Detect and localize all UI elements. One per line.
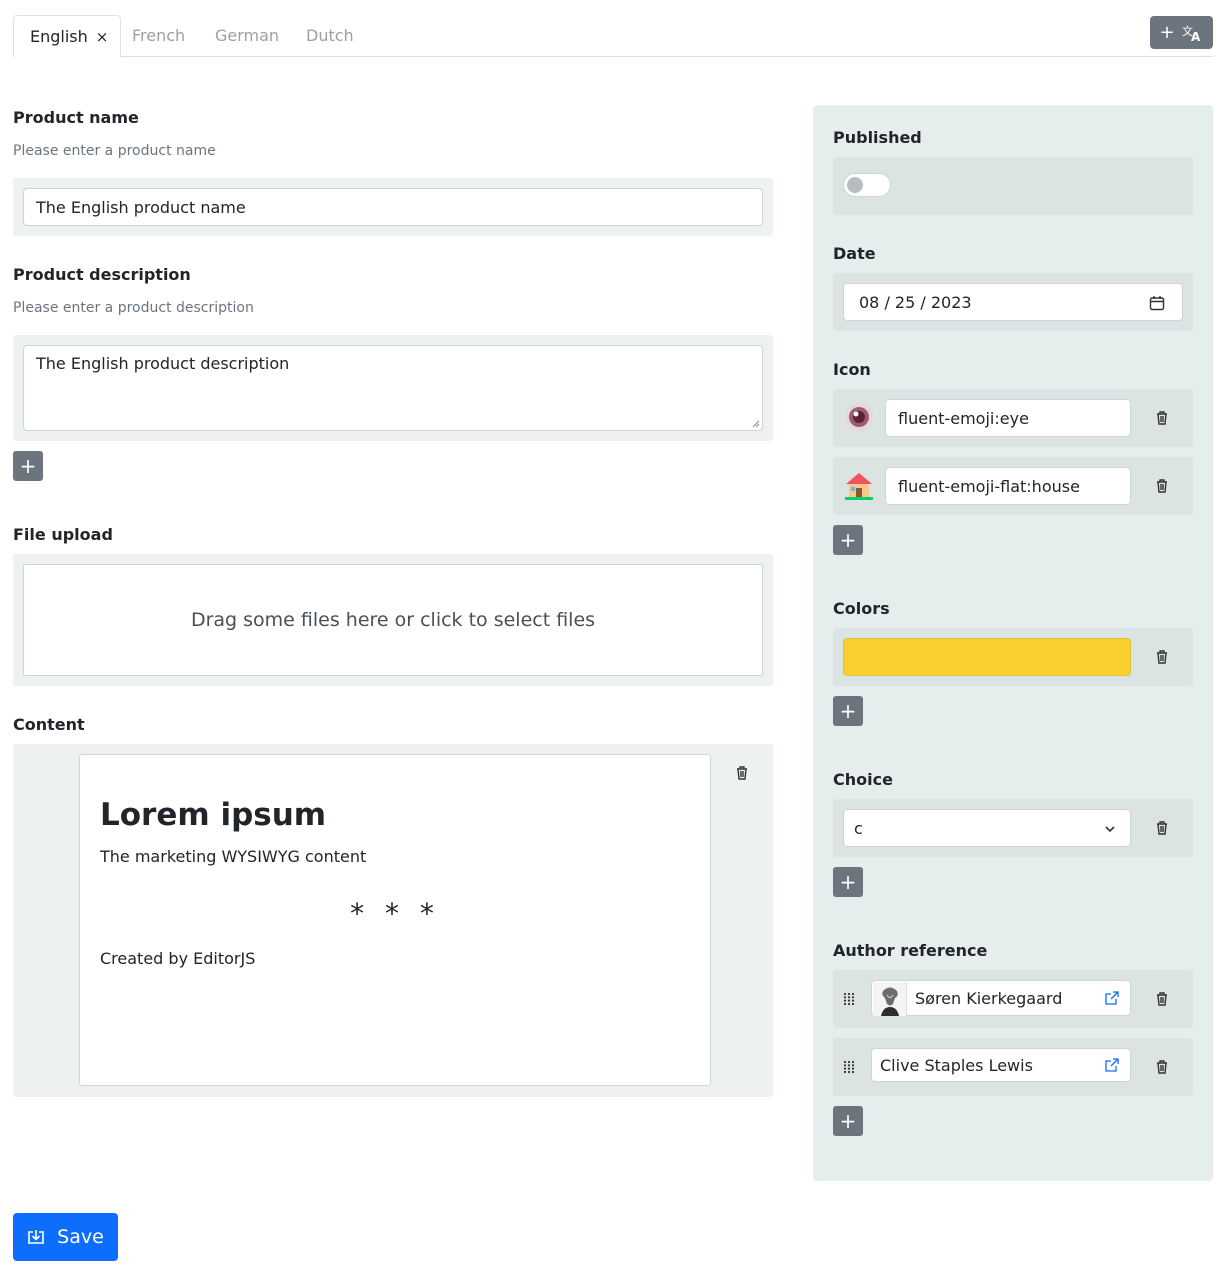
icon-row: fluent-emoji-flat:house (833, 457, 1193, 515)
translate-icon: 文 A (1182, 24, 1201, 42)
choice-row: c (833, 799, 1193, 857)
trash-icon[interactable] (1155, 991, 1169, 1007)
author-row: Clive Staples Lewis (833, 1038, 1193, 1096)
save-label: Save (57, 1226, 104, 1248)
product-name-well: The English product name (13, 178, 773, 236)
tab-dutch[interactable]: Dutch (306, 15, 354, 57)
icon-row: fluent-emoji:eye (833, 389, 1193, 447)
author-reference-input[interactable]: Clive Staples Lewis (871, 1048, 1131, 1082)
product-description-value: The English product description (36, 354, 290, 373)
trash-icon[interactable] (1155, 820, 1169, 836)
language-tabbar: English × French German Dutch (13, 15, 1213, 58)
drag-handle-icon[interactable] (843, 1060, 855, 1074)
icon-input[interactable]: fluent-emoji:eye (885, 399, 1131, 437)
content-label: Content (13, 715, 85, 734)
file-upload-label: File upload (13, 525, 113, 544)
date-well: 08 / 25 / 2023 (833, 273, 1193, 331)
date-input[interactable]: 08 / 25 / 2023 (843, 283, 1183, 321)
choice-select[interactable]: c (843, 809, 1131, 847)
color-picker-swatch[interactable] (843, 638, 1131, 676)
add-icon-button[interactable]: + (833, 525, 863, 555)
editor-delimiter: * * * (350, 897, 440, 930)
choice-value: c (854, 818, 863, 838)
tab-english[interactable]: English × (13, 15, 122, 58)
trash-icon[interactable] (1155, 410, 1169, 426)
sidebar-panel: Published Date 08 / 25 / 2023 Icon fluen… (813, 105, 1213, 1181)
colors-label: Colors (833, 599, 890, 618)
add-choice-button[interactable]: + (833, 867, 863, 897)
toggle-knob (847, 177, 863, 193)
trash-icon[interactable] (1155, 649, 1169, 665)
author-name: Clive Staples Lewis (880, 1055, 1033, 1075)
date-label: Date (833, 244, 876, 263)
file-dropzone[interactable]: Drag some files here or click to select … (23, 564, 763, 676)
product-description-label: Product description (13, 265, 191, 284)
product-name-input[interactable]: The English product name (23, 188, 763, 226)
editor-paragraph[interactable]: The marketing WYSIWYG content (100, 847, 366, 866)
trash-icon[interactable] (735, 765, 749, 781)
trash-icon[interactable] (1155, 1059, 1169, 1075)
editor-heading[interactable]: Lorem ipsum (100, 797, 326, 833)
file-upload-well: Drag some files here or click to select … (13, 554, 773, 686)
external-link-icon[interactable] (1104, 1057, 1120, 1073)
calendar-icon[interactable] (1149, 295, 1165, 311)
eye-emoji-icon (845, 403, 873, 431)
author-row: Søren Kierkegaard (833, 970, 1193, 1028)
add-language-button[interactable]: + 文 A (1150, 16, 1213, 49)
add-color-button[interactable]: + (833, 696, 863, 726)
close-icon[interactable]: × (96, 28, 109, 46)
editor-footer-paragraph[interactable]: Created by EditorJS (100, 949, 255, 968)
author-reference-input[interactable]: Søren Kierkegaard (871, 980, 1131, 1016)
product-name-help: Please enter a product name (13, 143, 216, 159)
add-author-button[interactable]: + (833, 1106, 863, 1136)
tab-french[interactable]: French (132, 15, 185, 57)
trash-icon[interactable] (1155, 478, 1169, 494)
color-row (833, 628, 1193, 686)
resize-grip-icon[interactable] (750, 418, 760, 428)
product-description-help: Please enter a product description (13, 300, 254, 316)
plus-icon: + (1159, 22, 1175, 43)
tab-label: English (30, 27, 88, 46)
add-description-button[interactable]: + (13, 451, 43, 481)
author-name: Søren Kierkegaard (915, 988, 1063, 1008)
wysiwyg-editor[interactable]: Lorem ipsum The marketing WYSIWYG conten… (79, 754, 711, 1086)
house-emoji-icon (845, 473, 873, 500)
published-toggle[interactable] (843, 173, 891, 197)
content-well: Lorem ipsum The marketing WYSIWYG conten… (13, 744, 773, 1097)
tab-german[interactable]: German (215, 15, 279, 57)
author-reference-label: Author reference (833, 941, 988, 960)
portrait-avatar-icon (873, 982, 906, 1016)
save-button[interactable]: Save (13, 1213, 118, 1261)
published-well (833, 157, 1193, 215)
product-description-well: The English product description (13, 335, 773, 441)
icon-input[interactable]: fluent-emoji-flat:house (885, 467, 1131, 505)
product-name-label: Product name (13, 108, 139, 127)
product-description-textarea[interactable]: The English product description (23, 345, 763, 431)
icon-label: Icon (833, 360, 871, 379)
choice-label: Choice (833, 770, 893, 789)
date-value: 08 / 25 / 2023 (859, 292, 972, 312)
author-avatar (873, 982, 907, 1016)
chevron-down-icon (1105, 826, 1115, 833)
svg-text:A: A (1191, 30, 1201, 42)
drag-handle-icon[interactable] (843, 992, 855, 1006)
published-label: Published (833, 128, 922, 147)
external-link-icon[interactable] (1104, 990, 1120, 1006)
save-download-icon (28, 1230, 44, 1244)
